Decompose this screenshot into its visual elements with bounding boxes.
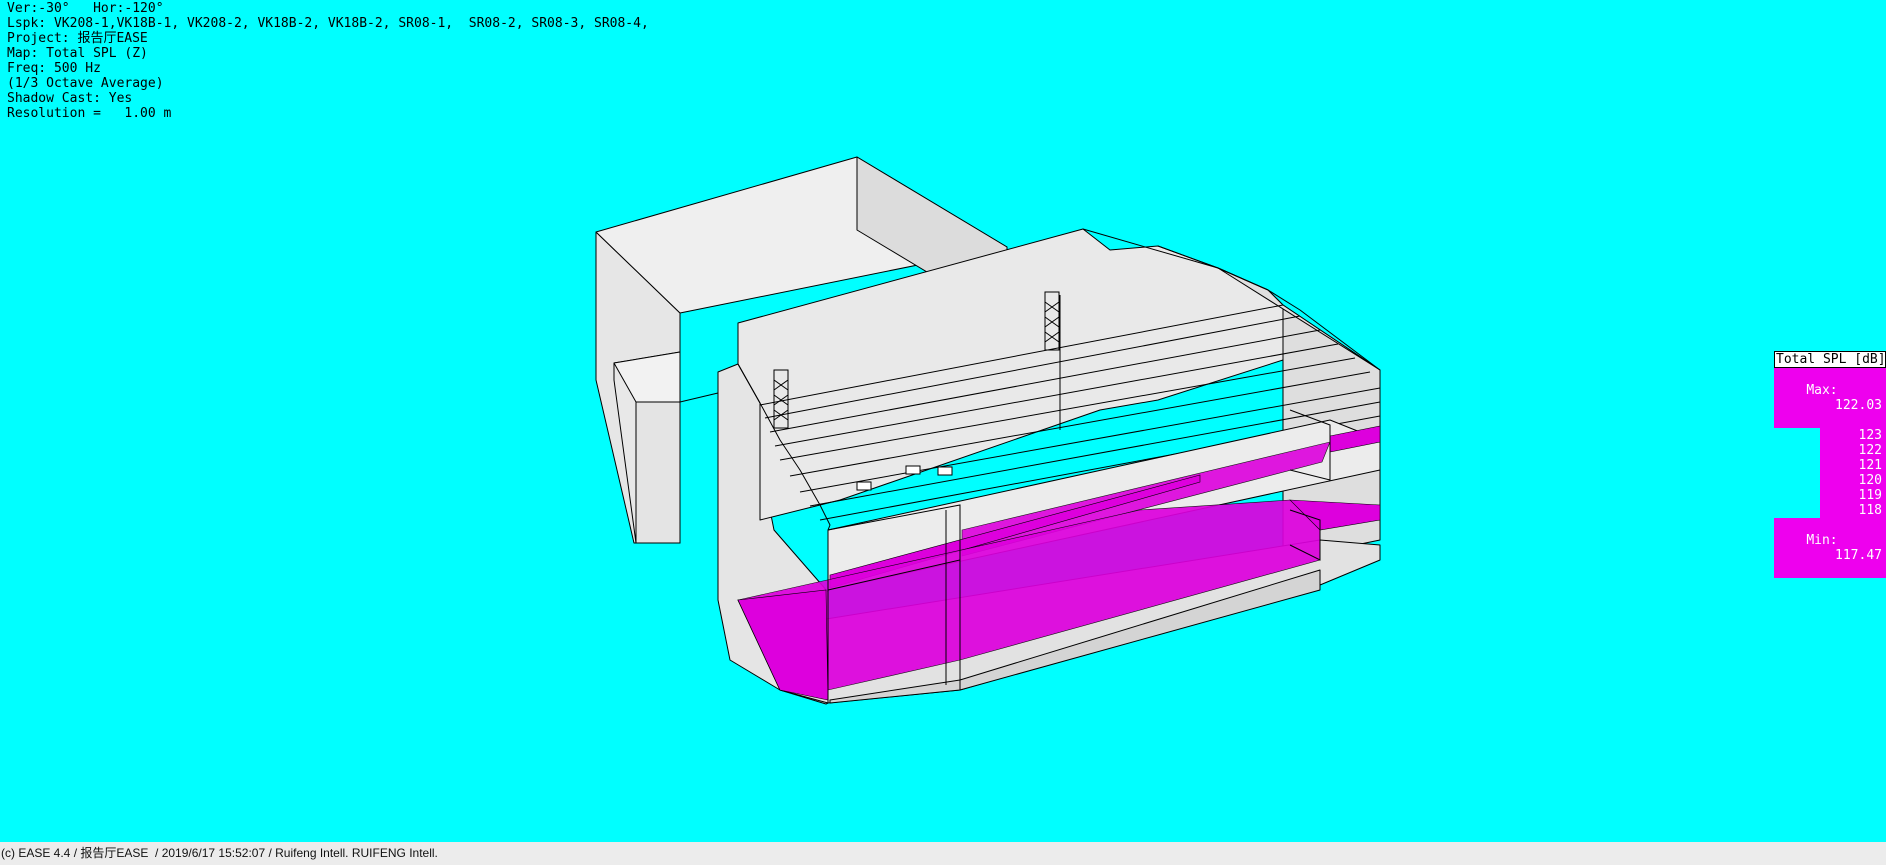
legend-max-label: Max: — [1806, 383, 1838, 398]
legend-min: Min: 117.47 — [1774, 518, 1886, 578]
legend-level: 119 — [1820, 488, 1886, 503]
legend-min-label: Min: — [1806, 533, 1838, 548]
legend-level: 123 — [1820, 428, 1886, 443]
legend-level: 120 — [1820, 473, 1886, 488]
room-3d-model — [595, 156, 1381, 705]
legend-min-value: 117.47 — [1835, 548, 1882, 563]
legend-max: Max: 122.03 — [1774, 368, 1886, 428]
legend-level: 118 — [1820, 503, 1886, 518]
legend-max-value: 122.03 — [1835, 398, 1882, 413]
spl-legend: Total SPL [dB] Max: 122.03 123 122 121 1… — [1774, 351, 1886, 578]
legend-title: Total SPL [dB] — [1774, 351, 1886, 368]
legend-level: 121 — [1820, 458, 1886, 473]
legend-level: 122 — [1820, 443, 1886, 458]
copyright-footer: (c) EASE 4.4 / 报告厅EASE / 2019/6/17 15:52… — [0, 842, 1886, 865]
